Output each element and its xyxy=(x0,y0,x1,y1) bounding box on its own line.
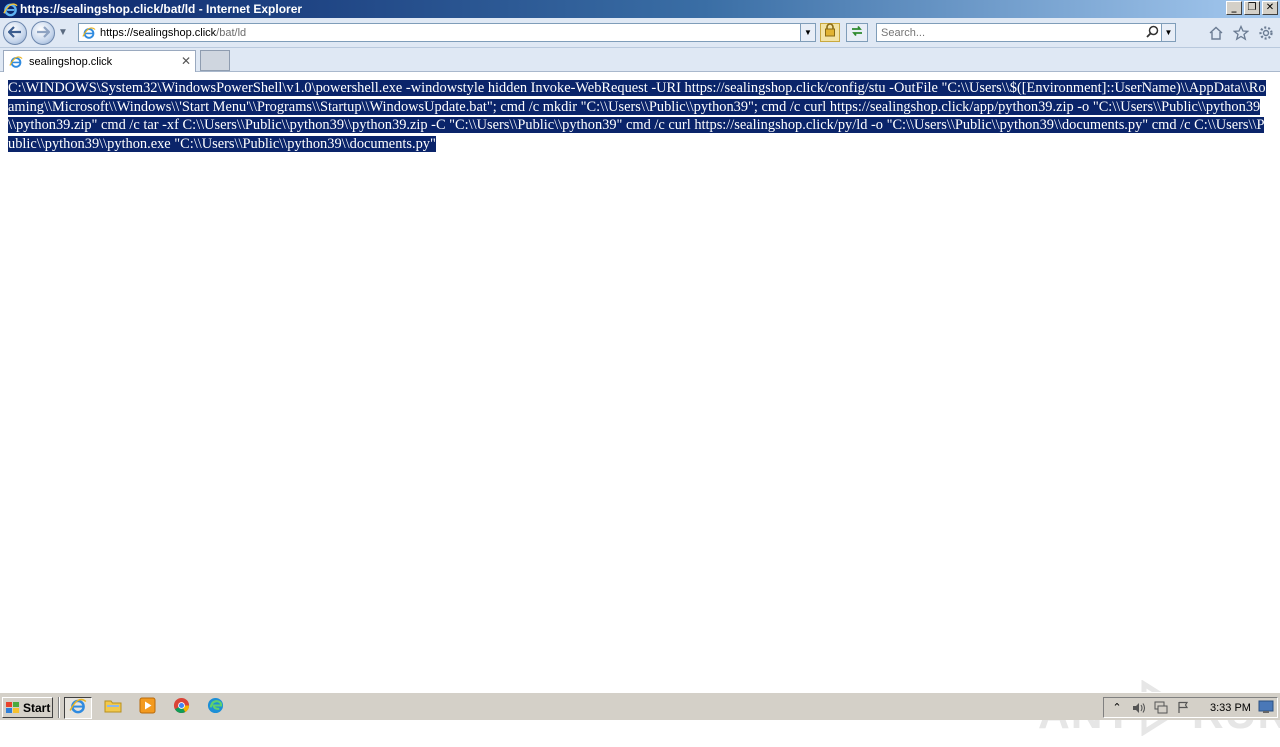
address-dropdown-icon[interactable]: ▼ xyxy=(800,24,815,41)
taskbar-internet-explorer[interactable] xyxy=(64,697,92,719)
back-button[interactable] xyxy=(3,21,27,45)
tab-bar: sealingshop.click ✕ xyxy=(0,48,1280,72)
search-input[interactable] xyxy=(881,26,1151,39)
search-dropdown-icon[interactable]: ▼ xyxy=(1161,24,1175,41)
system-tray: ⌃ 3:33 PM xyxy=(1103,697,1278,718)
start-label: Start xyxy=(23,700,51,715)
url-host: https://sealingshop.click xyxy=(100,26,217,39)
action-center-flag-icon[interactable] xyxy=(1174,700,1192,716)
page-content: C:\WINDOWS\System32\WindowsPowerShell\v1… xyxy=(0,72,1280,738)
media-player-icon xyxy=(139,697,156,719)
forward-button[interactable] xyxy=(31,21,55,45)
new-tab-button[interactable] xyxy=(200,50,230,71)
ie-tab-icon xyxy=(8,54,24,70)
tab-label: sealingshop.click xyxy=(29,55,113,68)
toolbar-icons xyxy=(1207,24,1274,41)
recent-pages-dropdown-icon[interactable]: ▼ xyxy=(58,27,68,38)
ie-taskbar-icon xyxy=(69,697,87,720)
tab-sealingshop[interactable]: sealingshop.click ✕ xyxy=(3,50,196,72)
favorites-star-icon[interactable] xyxy=(1232,24,1249,41)
taskbar-separator xyxy=(58,697,60,718)
ie-logo-icon xyxy=(2,1,18,17)
address-url[interactable]: https://sealingshop.click/bat/ld xyxy=(100,27,246,39)
tab-close-icon[interactable]: ✕ xyxy=(181,54,191,68)
refresh-icon xyxy=(850,25,864,40)
gear-icon[interactable] xyxy=(1257,24,1274,41)
refresh-button[interactable] xyxy=(846,23,868,42)
window-controls: _ ❐ ✕ xyxy=(1226,1,1278,15)
show-hidden-icons-chevron-icon[interactable]: ⌃ xyxy=(1108,700,1126,716)
windows-flag-icon xyxy=(5,701,21,715)
clock[interactable]: 3:33 PM xyxy=(1210,702,1251,714)
navigation-bar: ▼ https://sealingshop.click/bat/ld ▼ ▼ xyxy=(0,18,1280,48)
close-button[interactable]: ✕ xyxy=(1262,1,1278,15)
ie-page-icon xyxy=(81,25,97,41)
taskbar-chrome[interactable] xyxy=(167,697,195,719)
arrow-right-icon xyxy=(36,25,51,41)
taskbar-media-player[interactable] xyxy=(133,697,161,719)
minimize-button[interactable]: _ xyxy=(1226,1,1242,15)
window-title: https://sealingshop.click/bat/ld - Inter… xyxy=(20,2,303,16)
search-box[interactable]: ▼ xyxy=(876,23,1176,42)
search-icon[interactable] xyxy=(1146,25,1159,41)
taskbar-file-explorer[interactable] xyxy=(99,697,127,719)
arrow-left-icon xyxy=(7,25,22,41)
security-lock-button[interactable] xyxy=(820,23,840,42)
url-path: /bat/ld xyxy=(216,26,247,39)
title-bar[interactable]: https://sealingshop.click/bat/ld - Inter… xyxy=(0,0,1280,18)
address-bar[interactable]: https://sealingshop.click/bat/ld ▼ xyxy=(78,23,816,42)
show-desktop-icon[interactable] xyxy=(1258,700,1274,714)
home-icon[interactable] xyxy=(1207,24,1224,41)
edge-icon xyxy=(207,697,224,719)
network-icon[interactable] xyxy=(1152,700,1170,716)
taskbar: Start ⌃ 3:33 PM xyxy=(0,692,1280,720)
restore-button[interactable]: ❐ xyxy=(1244,1,1260,15)
volume-icon[interactable] xyxy=(1130,700,1148,716)
lock-icon xyxy=(824,23,836,42)
taskbar-edge[interactable] xyxy=(201,697,229,719)
chrome-icon xyxy=(173,697,190,719)
start-button[interactable]: Start xyxy=(2,697,53,718)
selected-command-text[interactable]: C:\WINDOWS\System32\WindowsPowerShell\v1… xyxy=(8,80,1266,152)
page-text[interactable]: C:\WINDOWS\System32\WindowsPowerShell\v1… xyxy=(8,79,1266,153)
folder-icon xyxy=(104,698,122,719)
